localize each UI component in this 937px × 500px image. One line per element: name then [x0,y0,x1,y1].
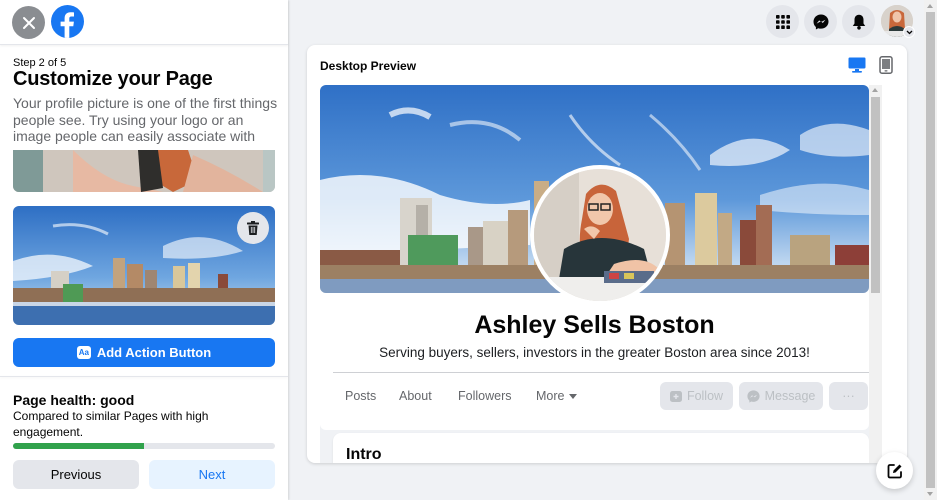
page-health-description: Compared to similar Pages with high enga… [13,409,209,439]
sidebar-header [0,0,288,45]
delete-cover-button[interactable] [237,212,269,244]
sidebar-divider [0,376,288,377]
follow-icon [669,391,682,402]
intro-title: Intro [346,446,382,463]
aa-icon: Aa [76,346,91,359]
page-health-progress-bar [13,443,275,449]
previous-button[interactable]: Previous [13,460,139,489]
chevron-down-icon [906,30,912,34]
notifications-button[interactable] [842,5,875,38]
profile-picture[interactable] [530,165,670,305]
scroll-up-arrow-icon[interactable] [872,88,878,92]
compose-button[interactable] [876,452,913,489]
mobile-icon [879,56,893,74]
more-actions-button[interactable]: ··· [829,382,868,410]
scroll-up-arrow-icon[interactable] [927,4,933,8]
menu-button[interactable] [766,5,799,38]
caret-down-icon [569,393,578,399]
more-icon: ··· [842,389,855,403]
next-button[interactable]: Next [149,460,275,489]
preview-label: Desktop Preview [320,59,417,73]
account-menu-chevron[interactable] [903,26,915,38]
notifications-bell-icon [852,14,865,30]
intro-card: Intro [333,433,869,463]
page-header-section: Ashley Sells Boston Serving buyers, sell… [320,85,869,430]
messenger-button[interactable] [804,5,837,38]
close-icon [22,16,35,29]
facebook-logo-icon[interactable] [51,5,84,38]
message-button[interactable]: Message [739,382,823,410]
page-scrollbar[interactable] [924,0,937,500]
messenger-icon [813,14,828,29]
message-label: Message [764,389,816,403]
follow-button[interactable]: Follow [660,382,733,410]
close-button[interactable] [12,6,45,39]
tab-about[interactable]: About [399,389,432,403]
tab-posts[interactable]: Posts [345,389,376,403]
tab-followers[interactable]: Followers [458,389,512,403]
messenger-icon [747,389,760,403]
preview-viewport: Ashley Sells Boston Serving buyers, sell… [320,85,882,463]
add-action-button-label: Add Action Button [96,345,212,360]
section-title: Customize your Page [13,68,213,90]
cover-photo-thumbnail[interactable] [13,206,275,325]
header-divider [333,372,869,373]
page-bio: Serving buyers, sellers, investors in th… [379,345,810,360]
page-health-progress-fill [13,443,144,449]
preview-scrollbar[interactable] [869,85,882,463]
add-action-button[interactable]: Aa Add Action Button [13,338,275,367]
grid-menu-icon [775,14,790,29]
desktop-icon [848,57,866,73]
page-health-title: Page health: good [13,392,135,408]
scroll-down-arrow-icon[interactable] [927,492,933,496]
follow-label: Follow [686,389,724,403]
page-scrollbar-thumb[interactable] [926,12,935,488]
desktop-preview-toggle[interactable] [848,57,866,73]
page-preview-card: Desktop Preview Ashley Sells Boston Serv… [307,45,907,463]
mobile-preview-toggle[interactable] [879,56,893,74]
trash-icon [247,221,259,235]
edit-icon [887,463,902,478]
preview-scrollbar-thumb[interactable] [871,97,880,293]
tab-more[interactable]: More [536,389,578,403]
tab-more-label: More [536,389,565,403]
profile-picture-thumbnail[interactable] [13,150,275,192]
page-name: Ashley Sells Boston [474,311,715,339]
setup-sidebar: Step 2 of 5 Customize your Page Your pro… [0,0,288,500]
